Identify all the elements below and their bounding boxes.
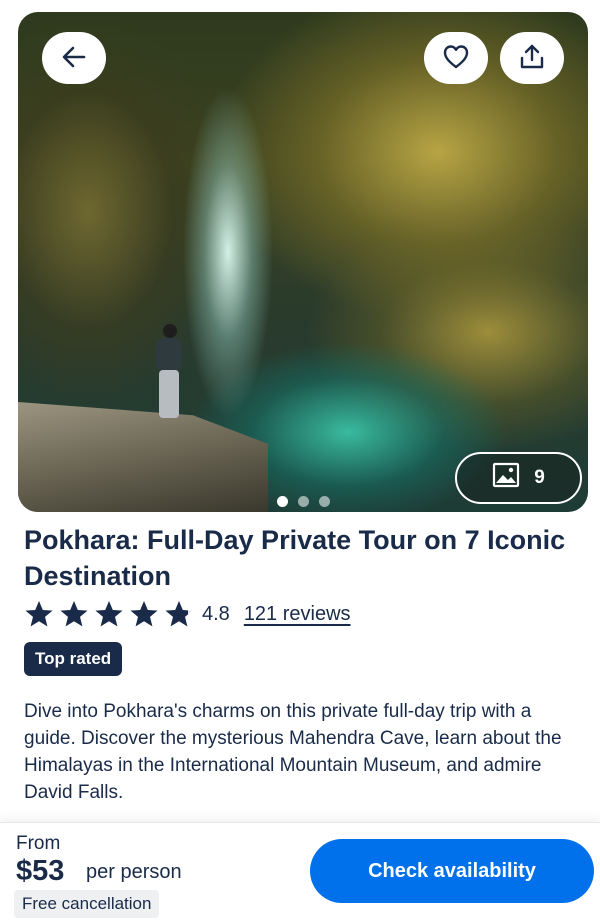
booking-footer: From $53 per person Free cancellation Ch… bbox=[0, 822, 600, 920]
top-rated-badge: Top rated bbox=[24, 642, 123, 676]
carousel-dot[interactable] bbox=[318, 496, 330, 507]
free-cancellation-tag: Free cancellation bbox=[14, 890, 160, 918]
star-icon bbox=[95, 601, 123, 627]
per-person-label: per person bbox=[86, 861, 182, 883]
back-button[interactable] bbox=[42, 32, 106, 84]
carousel-dots bbox=[18, 496, 588, 507]
price-value: $53 bbox=[16, 855, 65, 887]
heart-icon bbox=[442, 43, 470, 74]
check-availability-button[interactable]: Check availability bbox=[310, 839, 594, 903]
carousel-dot[interactable] bbox=[276, 496, 288, 507]
tour-title: Pokhara: Full-Day Private Tour on 7 Icon… bbox=[24, 525, 566, 591]
wishlist-button[interactable] bbox=[424, 32, 488, 84]
reviews-link[interactable]: 121 reviews bbox=[244, 603, 351, 626]
tour-description: Dive into Pokhara's charms on this priva… bbox=[24, 701, 562, 803]
star-icon bbox=[25, 601, 53, 627]
hero-image[interactable]: 9 bbox=[18, 12, 588, 512]
star-icon bbox=[165, 601, 193, 627]
share-upload-icon bbox=[518, 43, 546, 74]
star-icon bbox=[60, 601, 88, 627]
hiker-figure bbox=[150, 324, 188, 424]
rating-value: 4.8 bbox=[202, 602, 230, 625]
from-label: From bbox=[16, 833, 61, 854]
rating-row: 4.8 121 reviews bbox=[24, 598, 351, 630]
share-button[interactable] bbox=[500, 32, 564, 84]
image-icon bbox=[492, 462, 520, 494]
star-icon bbox=[130, 601, 158, 627]
carousel-dot[interactable] bbox=[297, 496, 309, 507]
rating-stars bbox=[24, 599, 194, 629]
photo-count-label: 9 bbox=[534, 467, 545, 488]
arrow-left-icon bbox=[60, 43, 88, 74]
